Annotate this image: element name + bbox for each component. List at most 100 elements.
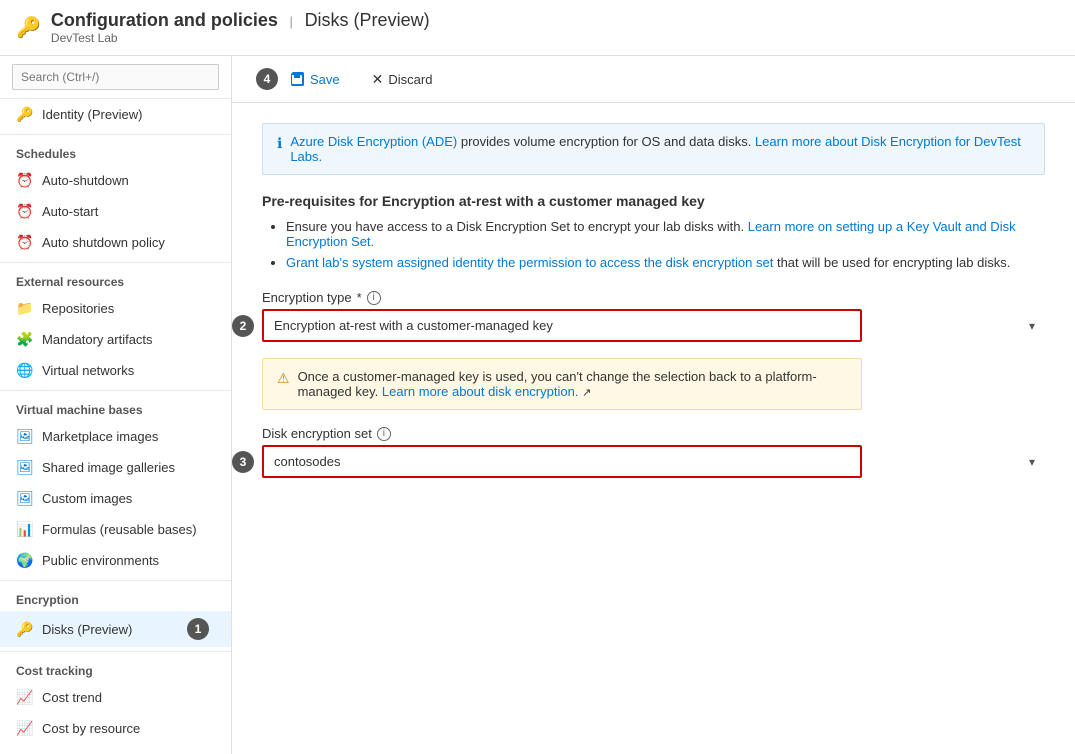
sidebar-item-formulas-label: Formulas (reusable bases) [42,522,197,537]
disk-encryption-set-label: Disk encryption set i [262,426,1045,441]
sidebar-item-identity[interactable]: 🔑 Identity (Preview) [0,99,231,130]
sidebar-item-public-environments-label: Public environments [42,553,159,568]
cost-trend-icon: 📈 [16,689,34,706]
disk-encryption-set-field: Disk encryption set i 3 contosodes ▾ [262,426,1045,478]
page-body: ℹ Azure Disk Encryption (ADE) provides v… [232,103,1075,754]
section-title-encryption: Encryption [0,580,231,611]
info-middle-text: provides volume encryption for OS and da… [461,134,755,149]
header-separator: | [290,14,293,29]
step-2-badge: 2 [232,315,254,337]
sidebar-item-repositories[interactable]: 📁 Repositories [0,293,231,324]
sidebar-item-cost-by-resource-label: Cost by resource [42,721,140,736]
save-label: Save [310,72,340,87]
sidebar-item-marketplace-images[interactable]: 🖼 Marketplace images [0,421,231,452]
cost-by-resource-icon: 📈 [16,720,34,737]
identity-icon: 🔑 [16,106,34,123]
step-3-badge: 3 [232,451,254,473]
warning-text-container: Once a customer-managed key is used, you… [298,369,847,399]
mandatory-artifacts-icon: 🧩 [16,331,34,348]
sidebar-item-disks-preview-label: Disks (Preview) [42,622,132,637]
step-4-badge: 4 [256,68,278,90]
prereq-item-1: Ensure you have access to a Disk Encrypt… [286,219,1045,249]
prereq-2-link[interactable]: Grant lab's system assigned identity the… [286,255,773,270]
sidebar-item-disks-preview[interactable]: 🔑 Disks (Preview) 1 [0,611,231,647]
sidebar-item-shared-image-galleries[interactable]: 🖼 Shared image galleries [0,452,231,483]
sidebar: 🔑 Identity (Preview) Schedules ⏰ Auto-sh… [0,56,232,754]
sidebar-item-mandatory-artifacts[interactable]: 🧩 Mandatory artifacts [0,324,231,355]
section-title-external-resources: External resources [0,262,231,293]
encryption-type-select[interactable]: Encryption at-rest with a platform-manag… [262,309,862,342]
sidebar-item-repositories-label: Repositories [42,301,114,316]
prereq-item-2: Grant lab's system assigned identity the… [286,255,1045,270]
sidebar-item-custom-images[interactable]: 🖼 Custom images [0,483,231,514]
header-subtitle: DevTest Lab [51,31,430,45]
disk-encryption-set-select[interactable]: contosodes [262,445,862,478]
info-banner: ℹ Azure Disk Encryption (ADE) provides v… [262,123,1045,175]
sidebar-item-cost-trend-label: Cost trend [42,690,102,705]
sidebar-item-auto-shutdown[interactable]: ⏰ Auto-shutdown [0,165,231,196]
formulas-icon: 📊 [16,521,34,538]
sidebar-item-public-environments[interactable]: 🌍 Public environments [0,545,231,576]
sidebar-search-container[interactable] [0,56,231,99]
warning-box: ⚠ Once a customer-managed key is used, y… [262,358,862,410]
encryption-type-chevron-icon: ▾ [1029,319,1035,333]
encryption-type-field: Encryption type * i 2 Encryption at-rest… [262,290,1045,342]
discard-button[interactable]: ✕ Discard [364,67,441,92]
save-icon [289,71,305,87]
top-header: 🔑 Configuration and policies | Disks (Pr… [0,0,1075,56]
encryption-type-info-icon[interactable]: i [367,291,381,305]
prereq-title: Pre-requisites for Encryption at-rest wi… [262,193,1045,209]
sidebar-item-auto-shutdown-policy[interactable]: ⏰ Auto shutdown policy [0,227,231,258]
encryption-type-label-text: Encryption type [262,290,352,305]
content-wrapper: 🔑 Identity (Preview) Schedules ⏰ Auto-sh… [0,56,1075,754]
save-button[interactable]: 4 Save [248,64,348,94]
prereq-list: Ensure you have access to a Disk Encrypt… [262,219,1045,270]
disk-encryption-set-select-wrapper: 3 contosodes ▾ [262,445,1045,478]
encryption-type-select-wrapper: 2 Encryption at-rest with a platform-man… [262,309,1045,342]
sidebar-item-cost-by-resource[interactable]: 📈 Cost by resource [0,713,231,744]
sidebar-item-formulas[interactable]: 📊 Formulas (reusable bases) [0,514,231,545]
encryption-type-label: Encryption type * i [262,290,1045,305]
info-banner-text: Azure Disk Encryption (ADE) provides vol… [290,134,1030,164]
sidebar-item-auto-start-label: Auto-start [42,204,98,219]
search-input[interactable] [12,64,219,90]
sidebar-item-virtual-networks-label: Virtual networks [42,363,134,378]
sidebar-item-identity-label: Identity (Preview) [42,107,142,122]
ade-link[interactable]: Azure Disk Encryption (ADE) [290,134,457,149]
sidebar-item-cost-trend[interactable]: 📈 Cost trend [0,682,231,713]
shared-image-galleries-icon: 🖼 [16,459,34,476]
auto-start-icon: ⏰ [16,203,34,220]
disk-encryption-set-info-icon[interactable]: i [377,427,391,441]
discard-icon: ✕ [372,71,384,88]
header-title-sub: Disks (Preview) [305,10,430,30]
sidebar-item-virtual-networks[interactable]: 🌐 Virtual networks [0,355,231,386]
header-title-block: Configuration and policies | Disks (Prev… [51,10,430,45]
custom-images-icon: 🖼 [16,490,34,507]
sidebar-item-auto-start[interactable]: ⏰ Auto-start [0,196,231,227]
sidebar-item-mandatory-artifacts-label: Mandatory artifacts [42,332,153,347]
sidebar-item-shared-image-galleries-label: Shared image galleries [42,460,175,475]
prereq-1-text-before: Ensure you have access to a Disk Encrypt… [286,219,748,234]
warning-learn-more-link[interactable]: Learn more about disk encryption. [382,384,579,399]
warning-icon: ⚠ [277,370,290,387]
disk-encryption-set-chevron-icon: ▾ [1029,455,1035,469]
sidebar-item-marketplace-images-label: Marketplace images [42,429,158,444]
sidebar-item-auto-shutdown-policy-label: Auto shutdown policy [42,235,165,250]
section-title-vm-bases: Virtual machine bases [0,390,231,421]
prereq-2-text-after: that will be used for encrypting lab dis… [777,255,1010,270]
virtual-networks-icon: 🌐 [16,362,34,379]
required-indicator: * [357,290,362,305]
discard-label: Discard [388,72,432,87]
disk-encryption-set-label-text: Disk encryption set [262,426,372,441]
header-title-main: Configuration and policies [51,10,278,30]
sidebar-item-custom-images-label: Custom images [42,491,132,506]
auto-shutdown-policy-icon: ⏰ [16,234,34,251]
public-environments-icon: 🌍 [16,552,34,569]
disks-preview-icon: 🔑 [16,621,34,638]
marketplace-images-icon: 🖼 [16,428,34,445]
header-key-icon: 🔑 [16,15,41,40]
sidebar-item-auto-shutdown-label: Auto-shutdown [42,173,129,188]
info-icon: ℹ [277,135,282,152]
step-1-badge: 1 [187,618,209,640]
external-link-icon: ↗ [582,387,591,399]
